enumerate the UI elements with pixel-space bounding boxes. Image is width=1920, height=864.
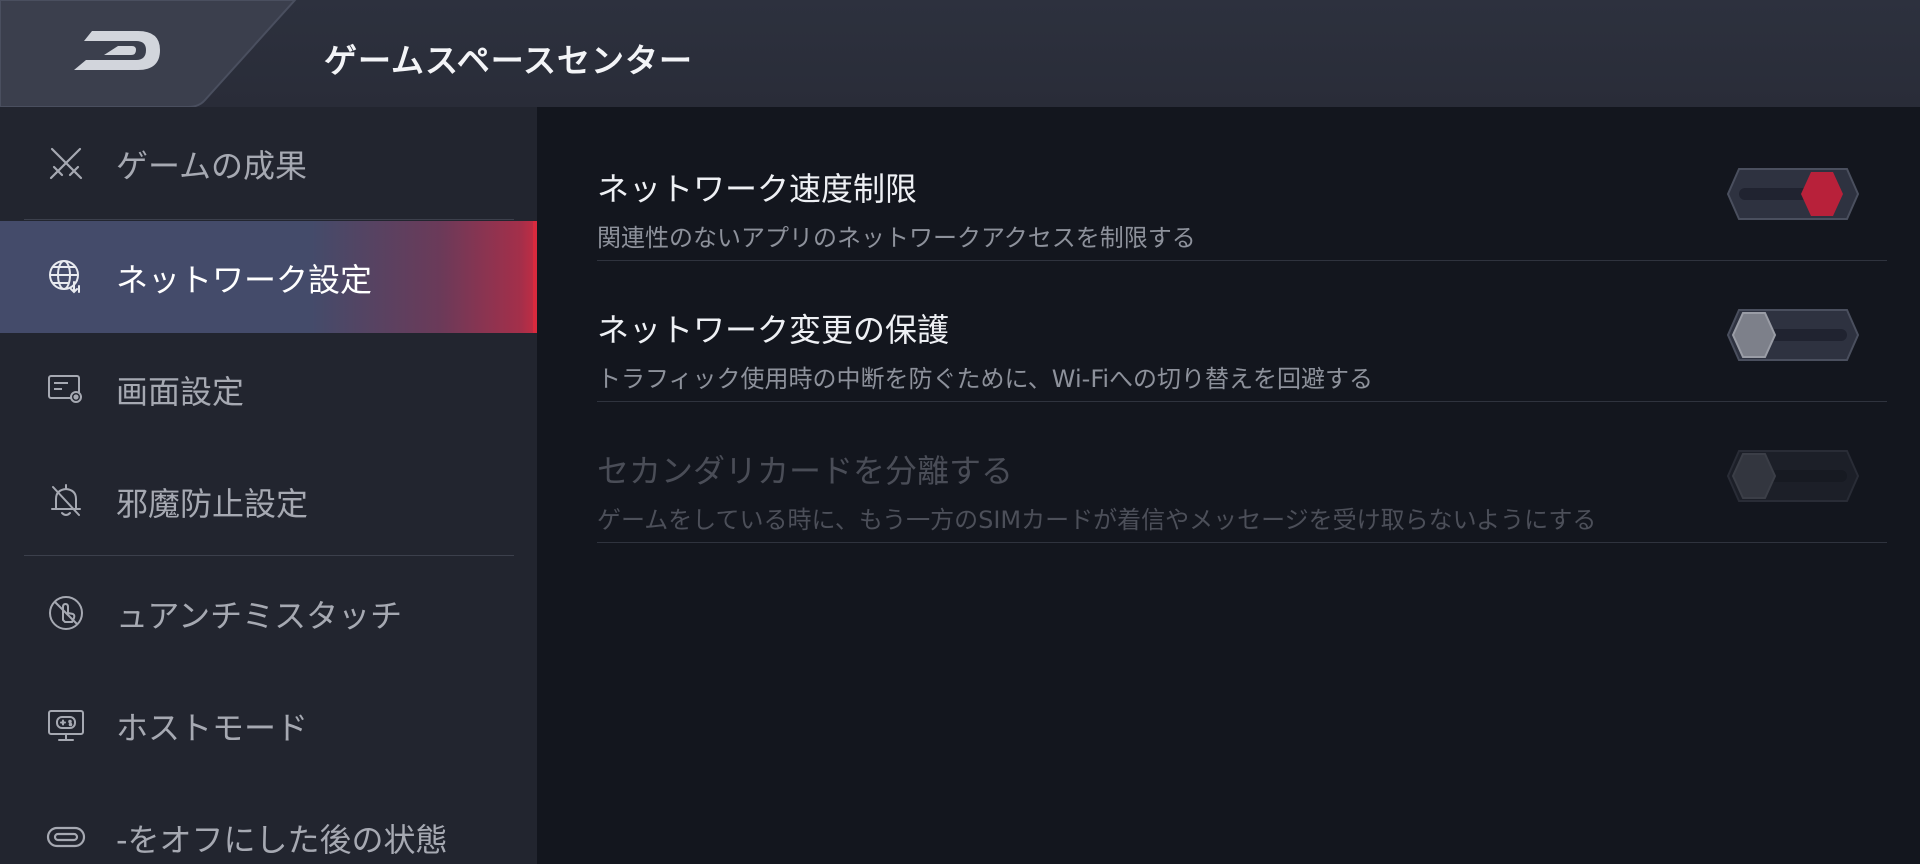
sidebar-item-label: ュアンチミスタッチ: [116, 597, 403, 635]
sidebar-item-game-achievements[interactable]: ゲームの成果: [0, 107, 537, 219]
setting-network-change-protection: ネットワーク変更の保護 トラフィック使用時の中断を防ぐために、Wi-Fiへの切り…: [597, 261, 1887, 402]
setting-description: ゲームをしている時に、もう一方のSIMカードが着信やメッセージを受け取らないよう…: [597, 506, 1597, 534]
setting-title: セカンダリカードを分離する: [597, 452, 1014, 490]
sidebar-item-anti-mistouch[interactable]: ュアンチミスタッチ: [0, 557, 537, 669]
touch-block-icon: [49, 596, 83, 630]
setting-network-speed-limit: ネットワーク速度制限 関連性のないアプリのネットワークアクセスを制限する: [597, 120, 1887, 261]
crossed-swords-icon: [49, 147, 83, 180]
sidebar-item-label: 邪魔防止設定: [116, 485, 309, 523]
network-speed-limit-toggle[interactable]: [1727, 168, 1859, 220]
bell-off-icon: [51, 484, 81, 516]
sidebar-item-label: ホストモード: [116, 709, 309, 747]
secondary-card-isolation-toggle[interactable]: [1727, 450, 1859, 502]
sidebar-item-label: ネットワーク設定: [116, 261, 373, 299]
setting-description: トラフィック使用時の中断を防ぐために、Wi-Fiへの切り替えを回避する: [597, 365, 1374, 393]
toggle-pill-icon: [46, 826, 86, 848]
monitor-gamepad-icon: [48, 710, 84, 741]
sidebar-item-do-not-disturb[interactable]: 邪魔防止設定: [0, 445, 537, 557]
sidebar: ゲームの成果 ネットワーク設定 画面設定 邪魔防止設定 ュアンチミスタッチ ホス…: [0, 107, 537, 864]
sidebar-item-network-settings[interactable]: ネットワーク設定: [0, 221, 537, 333]
globe-network-icon: [49, 260, 80, 294]
setting-description: 関連性のないアプリのネットワークアクセスを制限する: [597, 224, 1196, 252]
sidebar-item-display-settings[interactable]: 画面設定: [0, 333, 537, 445]
display-settings-icon: [48, 375, 82, 403]
setting-title: ネットワーク変更の保護: [597, 311, 950, 349]
network-change-protection-toggle[interactable]: [1727, 309, 1859, 361]
settings-panel: ネットワーク速度制限 関連性のないアプリのネットワークアクセスを制限する ネット…: [537, 107, 1920, 864]
setting-title: ネットワーク速度制限: [597, 170, 918, 208]
sidebar-item-label: -をオフにした後の状態: [116, 821, 448, 859]
sidebar-divider: [24, 555, 514, 556]
header-bar: ゲームスペースセンター: [0, 0, 1920, 107]
sidebar-item-screen-off-status[interactable]: -をオフにした後の状態: [0, 781, 537, 864]
logo-tab[interactable]: [0, 0, 300, 107]
app-title: ゲームスペースセンター: [324, 41, 694, 80]
sidebar-divider: [24, 219, 514, 220]
setting-secondary-card-isolation: セカンダリカードを分離する ゲームをしている時に、もう一方のSIMカードが着信や…: [597, 402, 1887, 543]
rog-logo-icon: [0, 0, 297, 107]
sidebar-item-label: ゲームの成果: [116, 147, 308, 185]
sidebar-item-host-mode[interactable]: ホストモード: [0, 669, 537, 781]
sidebar-item-label: 画面設定: [116, 373, 245, 411]
